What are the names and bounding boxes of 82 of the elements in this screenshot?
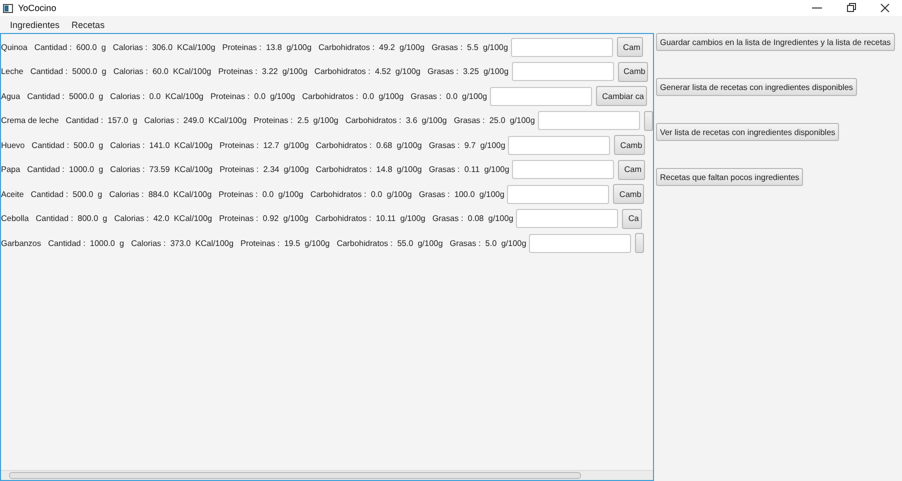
ingredient-value: Proteinas : 0.92 g/100g xyxy=(219,214,308,224)
ingredient-value: Grasas : 0.08 g/100g xyxy=(432,214,514,224)
ingredient-value: Calorias : 249.0 KCal/100g xyxy=(144,116,247,126)
action-button[interactable]: Generar lista de recetas con ingredientes disponibles xyxy=(656,78,857,96)
ingredient-value: Cantidad : 1000.0 g xyxy=(27,165,104,174)
action-button[interactable]: Recetas que faltan pocos ingredientes xyxy=(656,168,804,186)
ingredient-value: Grasas : 3.25 g/100g xyxy=(427,67,508,76)
change-quantity-button[interactable]: Camb xyxy=(618,62,648,82)
ingredient-value: Calorias : 306.0 KCal/100g xyxy=(112,42,216,52)
ingredient-value: Cantidad : 5000.0 g xyxy=(27,92,104,101)
menu-item[interactable]: Ingredientes xyxy=(4,20,66,30)
change-quantity-button[interactable] xyxy=(635,233,644,254)
ingredient-value: Grasas : 9.7 g/100g xyxy=(428,140,506,150)
change-quantity-button[interactable]: Cambiar ca xyxy=(596,86,647,106)
ingredient-name: Huevo xyxy=(1,140,25,150)
ingredient-value: Carbohidratos : 0.68 g/100g xyxy=(316,140,422,150)
ingredient-value: Calorias : 0.0 KCal/100g xyxy=(110,92,204,101)
ingredient-value: Carbohidratos : 49.2 g/100g xyxy=(318,42,425,52)
window-title: YoCocino xyxy=(18,3,56,13)
ingredient-value: Proteinas : 2.34 g/100g xyxy=(220,165,309,174)
change-quantity-button[interactable]: Cam xyxy=(617,37,644,58)
ingredient-value: Grasas : 0.0 g/100g xyxy=(410,92,488,101)
ingredient-value: Grasas : 25.0 g/100g xyxy=(454,116,535,126)
ingredient-value: Calorias : 73.59 KCal/100g xyxy=(110,165,213,174)
ingredient-name: Crema de leche xyxy=(1,116,59,126)
ingredient-value: Cantidad : 600.0 g xyxy=(34,42,106,52)
ingredient-value: Calorias : 42.0 KCal/100g xyxy=(114,214,212,224)
ingredient-name: Quinoa xyxy=(1,42,28,52)
quantity-input-field[interactable] xyxy=(529,234,632,253)
ingredient-value: Cantidad : 157.0 g xyxy=(66,116,138,126)
ingredient-value: Proteinas : 19.5 g/100g xyxy=(240,238,330,248)
restore-icon[interactable] xyxy=(846,3,856,13)
ingredient-value: Carbohidratos : 10.11 g/100g xyxy=(315,214,426,224)
ingredient-value: Carbohidratos : 14.8 g/100g xyxy=(316,165,422,174)
change-quantity-button[interactable]: Camb xyxy=(613,184,644,204)
change-quantity-button[interactable]: Cam xyxy=(618,160,645,180)
ingredient-name: Aceite xyxy=(1,190,24,199)
ingredient-value: Carbohidratos : 3.6 g/100g xyxy=(345,116,447,126)
ingredient-value: Proteinas : 3.22 g/100g xyxy=(218,67,308,76)
ingredient-value: Cantidad : 500.0 g xyxy=(30,190,102,199)
ingredient-value: Carbohidratos : 55.0 g/100g xyxy=(336,238,443,248)
quantity-input-field[interactable] xyxy=(511,38,614,57)
ingredient-value: Proteinas : 0.0 g/100g xyxy=(210,92,296,101)
action-button[interactable]: Ver lista de recetas con ingredientes disponibles xyxy=(656,123,840,141)
ingredient-value: Proteinas : 12.7 g/100g xyxy=(220,140,309,150)
ingredient-value: Calorias : 373.0 KCal/100g xyxy=(131,238,234,248)
close-icon[interactable] xyxy=(880,3,890,13)
change-quantity-button[interactable] xyxy=(644,110,653,131)
ingredient-name: Papa xyxy=(1,165,20,174)
ingredient-value: Grasas : 0.11 g/100g xyxy=(428,165,510,174)
action-button[interactable]: Guardar cambios en la lista de Ingredientes y la lista de recetas xyxy=(656,33,895,51)
quantity-input-field[interactable] xyxy=(512,160,614,180)
ingredient-value: Carbohidratos : 0.0 g/100g xyxy=(302,92,404,101)
ingredient-value: Calorias : 141.0 KCal/100g xyxy=(110,140,213,150)
ingredient-value: Proteinas : 2.5 g/100g xyxy=(254,116,338,126)
ingredient-value: Calorias : 60.0 KCal/100g xyxy=(113,67,212,76)
ingredient-value: Calorias : 884.0 KCal/100g xyxy=(109,190,212,199)
quantity-input-field[interactable] xyxy=(507,184,610,204)
ingredient-value: Grasas : 5.0 g/100g xyxy=(450,238,526,248)
ingredient-name: Leche xyxy=(1,67,24,76)
ingredient-name: Cebolla xyxy=(1,214,29,224)
quantity-input-field[interactable] xyxy=(490,86,592,106)
quantity-input-field[interactable] xyxy=(516,209,618,228)
ingredient-value: Carbohidratos : 0.0 g/100g xyxy=(310,190,412,199)
app-icon xyxy=(3,4,13,12)
menu-item[interactable]: Recetas xyxy=(66,20,111,30)
ingredient-value: Proteinas : 0.0 g/100g xyxy=(218,190,304,199)
ingredient-value: Grasas : 100.0 g/100g xyxy=(418,190,504,199)
change-quantity-button[interactable]: Camb xyxy=(614,135,646,156)
quantity-input-field[interactable] xyxy=(512,62,614,82)
ingredient-value: Cantidad : 500.0 g xyxy=(32,140,104,150)
ingredient-value: Grasas : 5.5 g/100g xyxy=(432,42,508,52)
ingredient-name: Agua xyxy=(1,92,20,101)
ingredient-name: Garbanzos xyxy=(1,238,42,248)
ingredient-value: Proteinas : 13.8 g/100g xyxy=(222,42,312,52)
quantity-input-field[interactable] xyxy=(538,111,640,130)
ingredient-value: Cantidad : 800.0 g xyxy=(36,214,108,224)
change-quantity-button[interactable]: Ca xyxy=(622,208,642,229)
ingredient-value: Carbohidratos : 4.52 g/100g xyxy=(314,67,420,76)
ingredient-value: Cantidad : 1000.0 g xyxy=(48,238,124,248)
quantity-input-field[interactable] xyxy=(508,136,610,155)
ingredient-value: Cantidad : 5000.0 g xyxy=(30,67,106,76)
